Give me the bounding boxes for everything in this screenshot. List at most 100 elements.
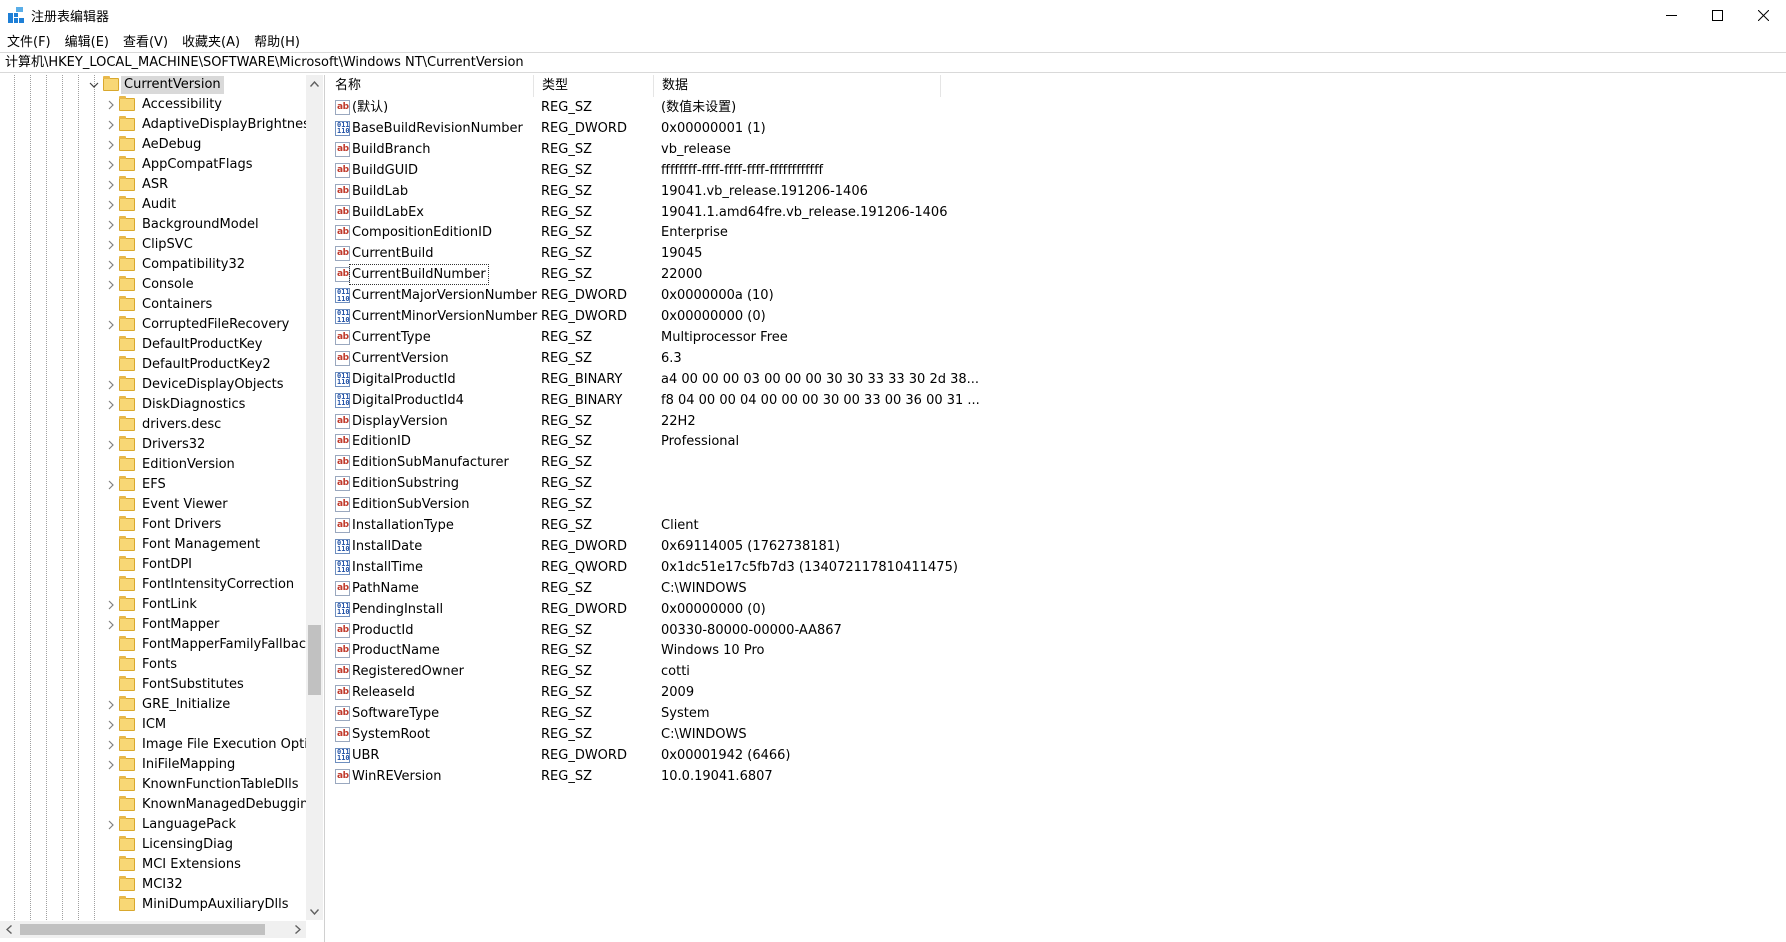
value-row[interactable]: 011 110 CurrentMajorVersionNumber REG_DWORD…: [327, 285, 1427, 306]
chevron-right-icon[interactable]: [105, 599, 117, 611]
tree-item[interactable]: IniFileMapping: [0, 755, 308, 775]
menu-edit[interactable]: 编辑(E): [58, 31, 116, 50]
column-header-data[interactable]: 数据: [654, 75, 941, 97]
tree-item[interactable]: FontIntensityCorrection: [0, 575, 308, 595]
tree-item[interactable]: FontSubstitutes: [0, 675, 308, 695]
tree-item[interactable]: drivers.desc: [0, 415, 308, 435]
chevron-right-icon[interactable]: [105, 399, 117, 411]
value-row[interactable]: 011 110 InstallTime REG_QWORD 0x1dc51e17c5fb…: [327, 557, 1427, 578]
menu-help[interactable]: 帮助(H): [247, 31, 307, 50]
column-header-type[interactable]: 类型: [534, 75, 654, 97]
menu-file[interactable]: 文件(F): [0, 31, 58, 50]
value-row[interactable]: 011 110 PendingInstall REG_DWORD 0x00000000 …: [327, 599, 1427, 620]
chevron-right-icon[interactable]: [105, 319, 117, 331]
chevron-right-icon[interactable]: [105, 259, 117, 271]
value-row[interactable]: ab DisplayVersion REG_SZ 22H2: [327, 411, 1427, 432]
chevron-right-icon[interactable]: [105, 179, 117, 191]
hscrollbar-thumb[interactable]: [20, 924, 265, 935]
value-row[interactable]: ab ProductName REG_SZ Windows 10 Pro: [327, 640, 1427, 661]
value-row[interactable]: ab CompositionEditionID REG_SZ Enterprise: [327, 222, 1427, 243]
tree-item[interactable]: Compatibility32: [0, 255, 308, 275]
tree-item[interactable]: GRE_Initialize: [0, 695, 308, 715]
tree-item[interactable]: AeDebug: [0, 135, 308, 155]
close-button[interactable]: [1740, 0, 1786, 30]
tree-item[interactable]: Event Viewer: [0, 495, 308, 515]
tree-item[interactable]: Font Drivers: [0, 515, 308, 535]
value-row[interactable]: ab BuildBranch REG_SZ vb_release: [327, 139, 1427, 160]
value-row[interactable]: ab BuildGUID REG_SZ ffffffff-ffff-ffff-ffff…: [327, 160, 1427, 181]
tree-item[interactable]: Font Management: [0, 535, 308, 555]
address-bar[interactable]: 计算机\HKEY_LOCAL_MACHINE\SOFTWARE\Microsof…: [0, 52, 1786, 73]
tree-item[interactable]: MiniDumpAuxiliaryDlls: [0, 895, 308, 915]
value-row[interactable]: ab SystemRoot REG_SZ C:\WINDOWS: [327, 724, 1427, 745]
tree-item[interactable]: DefaultProductKey: [0, 335, 308, 355]
tree-item[interactable]: MCI Extensions: [0, 855, 308, 875]
value-row[interactable]: 011 110 CurrentMinorVersionNumber REG_DWORD…: [327, 306, 1427, 327]
tree-item[interactable]: DefaultProductKey2: [0, 355, 308, 375]
value-row[interactable]: ab CurrentType REG_SZ Multiprocessor Free: [327, 327, 1427, 348]
chevron-right-icon[interactable]: [105, 279, 117, 291]
tree-item[interactable]: LanguagePack: [0, 815, 308, 835]
tree-item[interactable]: DeviceDisplayObjects: [0, 375, 308, 395]
tree-item[interactable]: FontMapperFamilyFallback: [0, 635, 308, 655]
tree-item[interactable]: EFS: [0, 475, 308, 495]
chevron-right-icon[interactable]: [105, 99, 117, 111]
tree-item[interactable]: Console: [0, 275, 308, 295]
value-row[interactable]: ab ReleaseId REG_SZ 2009: [327, 682, 1427, 703]
value-row[interactable]: 011 110 DigitalProductId4 REG_BINARY f8 04 0…: [327, 390, 1427, 411]
value-row[interactable]: ab RegisteredOwner REG_SZ cotti: [327, 661, 1427, 682]
chevron-right-icon[interactable]: [105, 759, 117, 771]
menu-view[interactable]: 查看(V): [116, 31, 175, 50]
value-row[interactable]: ab EditionSubVersion REG_SZ: [327, 494, 1427, 515]
tree-item[interactable]: EditionVersion: [0, 455, 308, 475]
tree-item[interactable]: KnownFunctionTableDlls: [0, 775, 308, 795]
value-row[interactable]: ab WinREVersion REG_SZ 10.0.19041.6807: [327, 766, 1427, 787]
tree-item[interactable]: Audit: [0, 195, 308, 215]
value-row[interactable]: ab CurrentVersion REG_SZ 6.3: [327, 348, 1427, 369]
tree-horizontal-scrollbar[interactable]: [0, 921, 306, 938]
menu-favorites[interactable]: 收藏夹(A): [175, 31, 247, 50]
chevron-right-icon[interactable]: [105, 699, 117, 711]
chevron-right-icon[interactable]: [105, 219, 117, 231]
value-row[interactable]: 011 110 InstallDate REG_DWORD 0x69114005 (17…: [327, 536, 1427, 557]
tree-item[interactable]: ASR: [0, 175, 308, 195]
tree-item[interactable]: Accessibility: [0, 95, 308, 115]
scrollbar-thumb[interactable]: [308, 625, 321, 695]
chevron-right-icon[interactable]: [105, 739, 117, 751]
chevron-right-icon[interactable]: [105, 619, 117, 631]
chevron-down-icon[interactable]: [88, 79, 100, 91]
chevron-right-icon[interactable]: [105, 199, 117, 211]
scroll-right-icon[interactable]: [289, 921, 306, 938]
chevron-right-icon[interactable]: [105, 719, 117, 731]
value-row[interactable]: ab CurrentBuild REG_SZ 19045: [327, 243, 1427, 264]
maximize-button[interactable]: [1694, 0, 1740, 30]
value-row[interactable]: ab ProductId REG_SZ 00330-80000-00000-AA867: [327, 620, 1427, 641]
chevron-right-icon[interactable]: [105, 159, 117, 171]
tree-item[interactable]: LicensingDiag: [0, 835, 308, 855]
value-row[interactable]: ab EditionSubstring REG_SZ: [327, 473, 1427, 494]
chevron-right-icon[interactable]: [105, 239, 117, 251]
chevron-right-icon[interactable]: [105, 119, 117, 131]
value-row[interactable]: ab BuildLabEx REG_SZ 19041.1.amd64fre.vb_re…: [327, 202, 1427, 223]
tree-item[interactable]: KnownManagedDebuggingDlls: [0, 795, 308, 815]
tree-item[interactable]: MCI32: [0, 875, 308, 895]
tree-item[interactable]: AdaptiveDisplayBrightness: [0, 115, 308, 135]
scroll-up-icon[interactable]: [306, 75, 323, 92]
chevron-right-icon[interactable]: [105, 139, 117, 151]
value-row[interactable]: 011 110 UBR REG_DWORD 0x00001942 (6466): [327, 745, 1427, 766]
chevron-right-icon[interactable]: [105, 819, 117, 831]
tree-item[interactable]: FontMapper: [0, 615, 308, 635]
value-row[interactable]: ab PathName REG_SZ C:\WINDOWS: [327, 578, 1427, 599]
scroll-down-icon[interactable]: [306, 903, 323, 920]
value-row[interactable]: ab EditionID REG_SZ Professional: [327, 431, 1427, 452]
value-row[interactable]: 011 110 DigitalProductId REG_BINARY a4 00 00…: [327, 369, 1427, 390]
tree-item[interactable]: Drivers32: [0, 435, 308, 455]
tree-item[interactable]: BackgroundModel: [0, 215, 308, 235]
tree-vertical-scrollbar[interactable]: [306, 75, 323, 920]
chevron-right-icon[interactable]: [105, 479, 117, 491]
tree-item[interactable]: Containers: [0, 295, 308, 315]
chevron-right-icon[interactable]: [105, 379, 117, 391]
scroll-left-icon[interactable]: [0, 921, 17, 938]
value-row[interactable]: ab (默认) REG_SZ (数值未设置): [327, 97, 1427, 118]
value-row[interactable]: ab InstallationType REG_SZ Client: [327, 515, 1427, 536]
